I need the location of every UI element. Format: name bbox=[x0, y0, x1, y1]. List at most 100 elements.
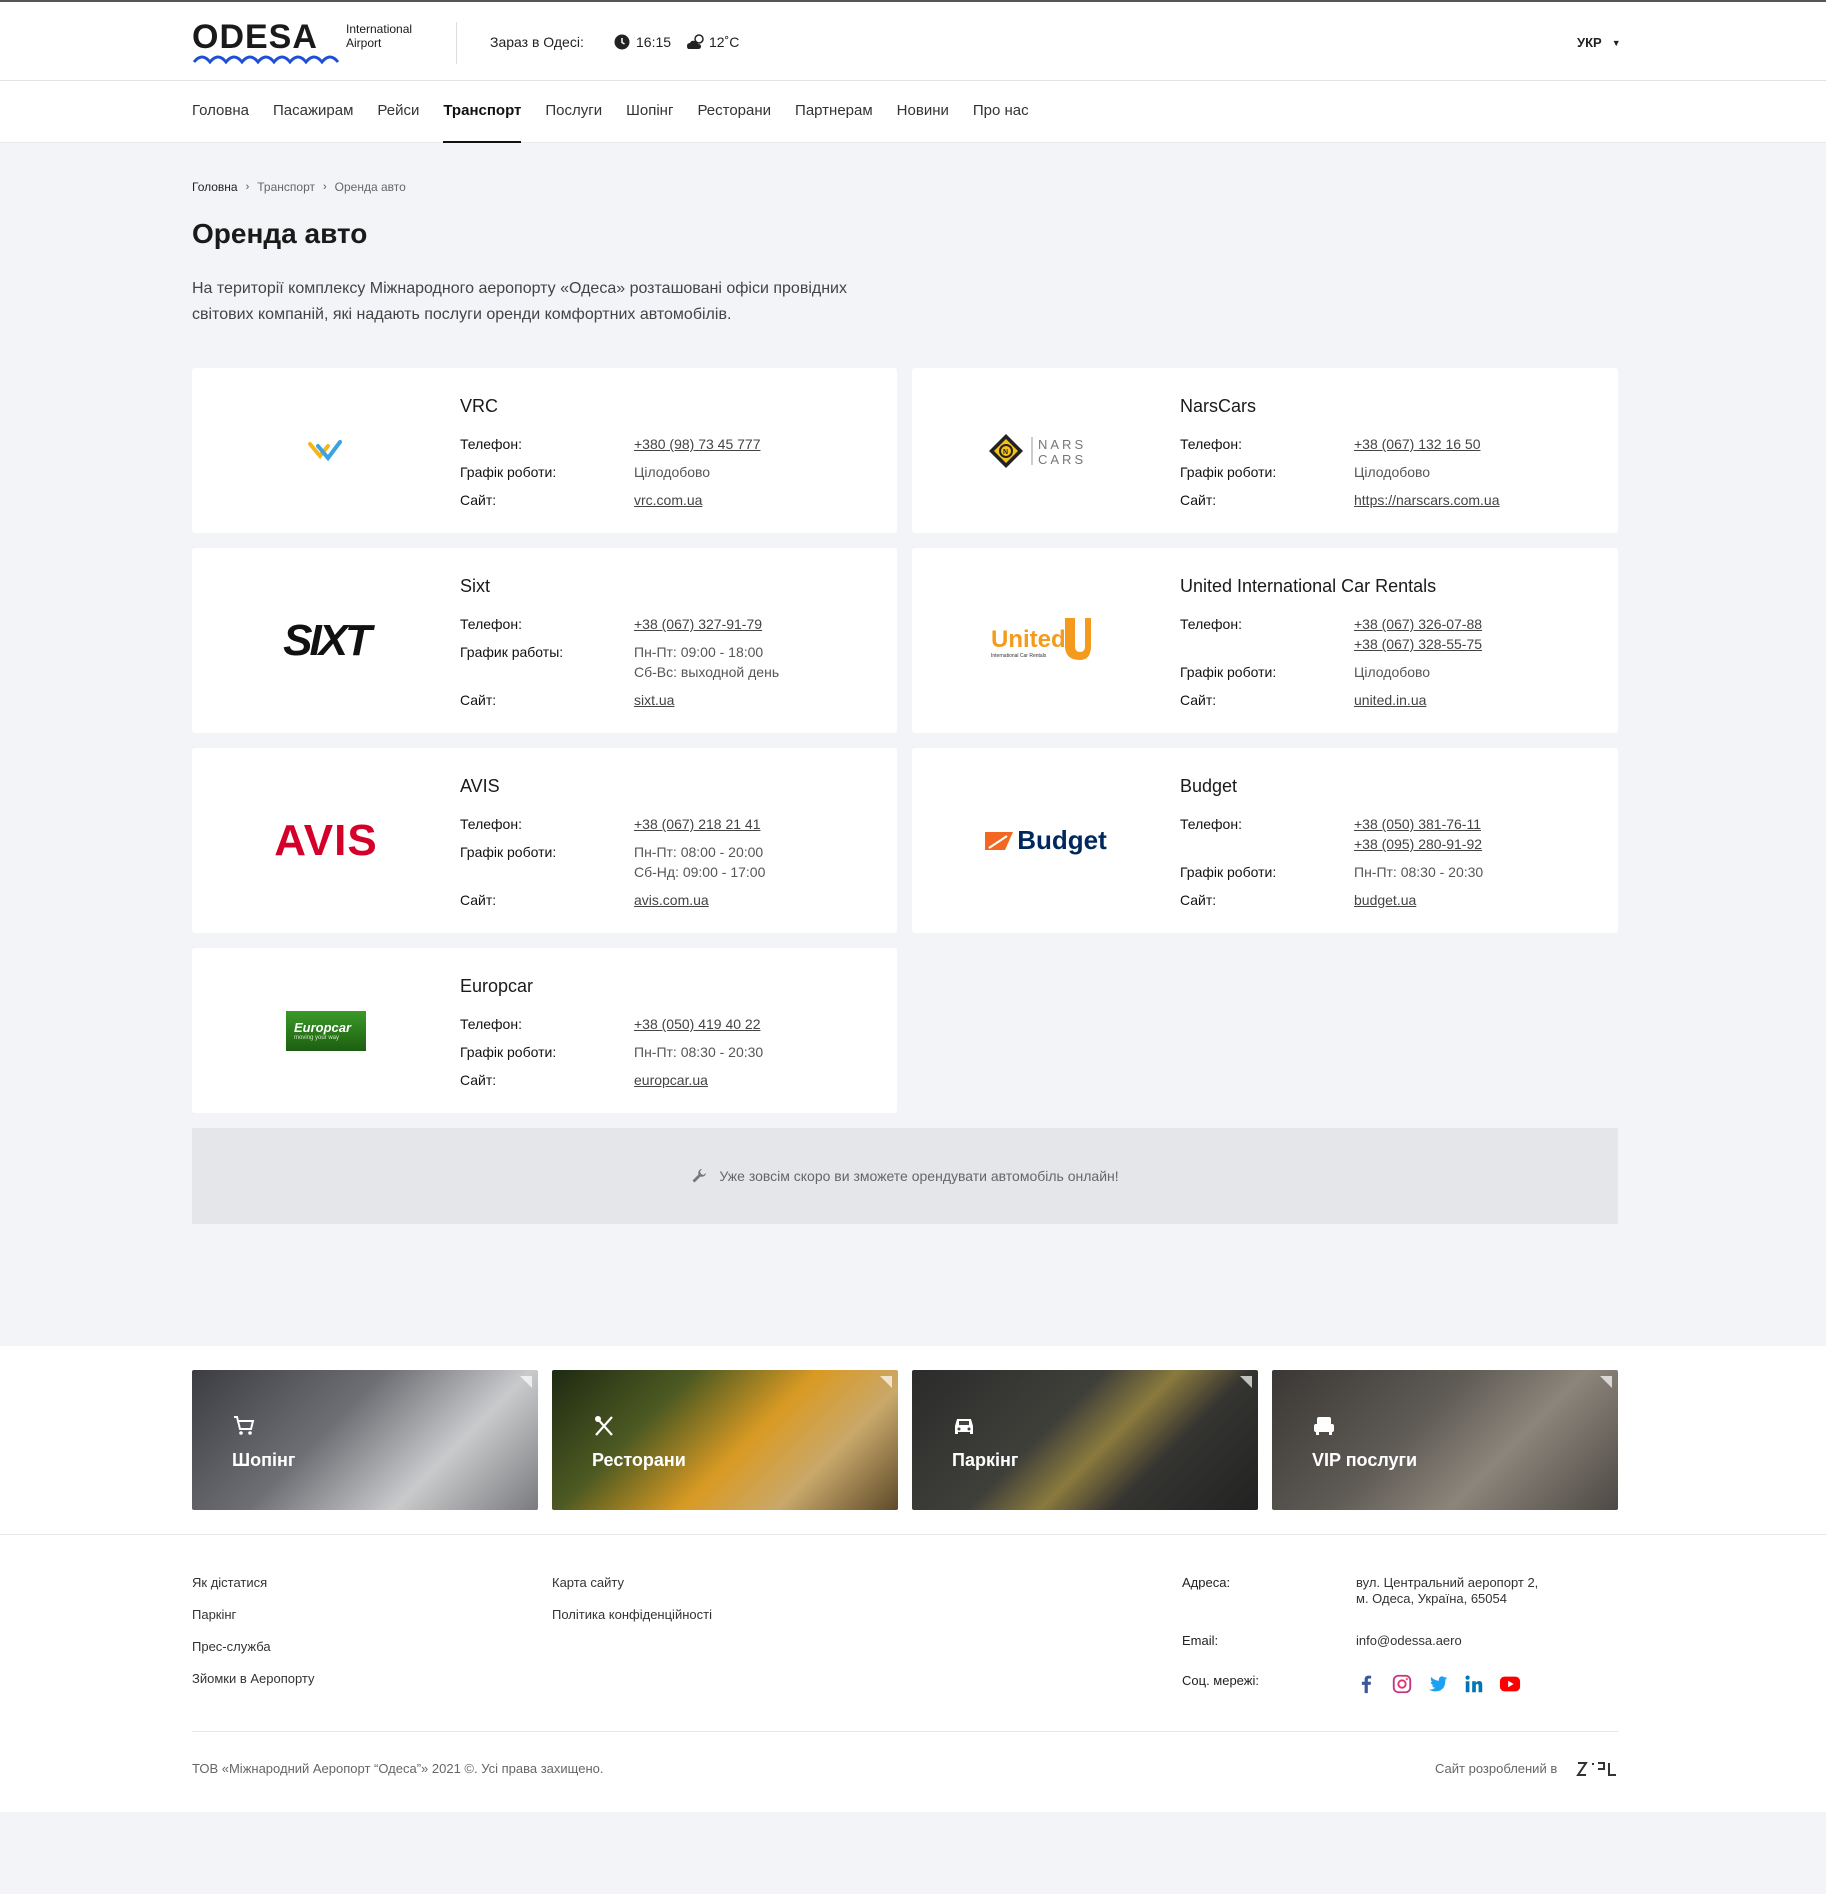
company-name: Budget bbox=[1180, 776, 1238, 796]
phone-value: +38 (067) 132 16 50 bbox=[1354, 434, 1481, 454]
phone-link[interactable]: +38 (067) 327-91-79 bbox=[634, 614, 762, 634]
instagram-icon[interactable] bbox=[1391, 1673, 1413, 1695]
nav-item-passengers[interactable]: Пасажирам bbox=[273, 81, 353, 143]
company-details: Телефон: +380 (98) 73 45 777 Графік робо… bbox=[460, 434, 761, 518]
main-navigation: Головна Пасажирам Рейси Транспорт Послуг… bbox=[0, 81, 1826, 143]
phone-label: Телефон: bbox=[460, 1016, 522, 1032]
twitter-icon[interactable] bbox=[1427, 1673, 1449, 1695]
company-name: AVIS bbox=[460, 776, 500, 796]
notice-text: Уже зовсім скоро ви зможете орендувати а… bbox=[719, 1168, 1119, 1184]
car-icon bbox=[955, 1419, 973, 1434]
site-value: budget.ua bbox=[1354, 890, 1416, 910]
site-value: vrc.com.ua bbox=[634, 490, 702, 510]
hours-weekdays: Пн-Пт: 08:00 - 20:00 bbox=[634, 844, 764, 860]
footer-link-directions[interactable]: Як дістатися bbox=[192, 1575, 315, 1591]
site-link[interactable]: sixt.ua bbox=[634, 690, 674, 710]
phone-link-2[interactable]: +38 (067) 328-55-75 bbox=[1354, 634, 1482, 654]
tile-corner bbox=[1600, 1376, 1612, 1388]
company-card-narscars: N NARS CARS NarsCars Телефон: +38 (067) … bbox=[912, 368, 1618, 533]
footer-link-filming[interactable]: Зйомки в Аеропорту bbox=[192, 1671, 315, 1687]
hours-label: График работы: bbox=[460, 644, 564, 660]
company-card-budget: Budget Budget Телефон: +38 (050) 381-76-… bbox=[912, 748, 1618, 933]
breadcrumb-separator-icon: › bbox=[245, 181, 250, 193]
breadcrumb: Головна › Транспорт › Оренда авто bbox=[192, 180, 406, 194]
site-link[interactable]: united.in.ua bbox=[1354, 690, 1426, 710]
youtube-icon[interactable] bbox=[1499, 1673, 1521, 1695]
site-row: Сайт: avis.com.ua bbox=[460, 890, 765, 910]
site-link[interactable]: europcar.ua bbox=[634, 1070, 708, 1090]
breadcrumb-home[interactable]: Головна bbox=[192, 180, 238, 194]
nav-item-services[interactable]: Послуги bbox=[545, 81, 602, 143]
breadcrumb-transport[interactable]: Транспорт bbox=[257, 180, 315, 194]
hours-value: Пн-Пт: 09:00 - 18:00 Сб-Вс: выходной ден… bbox=[634, 642, 779, 682]
budget-logo-icon bbox=[985, 831, 1014, 850]
nav-item-shopping[interactable]: Шопінг bbox=[626, 81, 673, 143]
europcar-logo-text: Europcar bbox=[294, 1020, 352, 1035]
company-details: Телефон: +38 (067) 218 21 41 Графік робо… bbox=[460, 814, 765, 918]
phone-row: Телефон: +38 (067) 327-91-79 bbox=[460, 614, 779, 634]
narscars-logo-icon: N NARS CARS bbox=[989, 433, 1083, 468]
phone-label: Телефон: bbox=[1180, 436, 1242, 452]
nav-item-transport[interactable]: Транспорт bbox=[443, 81, 522, 143]
phone-link[interactable]: +380 (98) 73 45 777 bbox=[634, 434, 761, 454]
facebook-icon[interactable] bbox=[1355, 1673, 1377, 1695]
nav-item-restaurants[interactable]: Ресторани bbox=[697, 81, 771, 143]
phone-row: Телефон: +38 (067) 326-07-88 +38 (067) 3… bbox=[1180, 614, 1482, 654]
footer-link-privacy[interactable]: Політика конфіденційності bbox=[552, 1607, 712, 1623]
footer-link-sitemap[interactable]: Карта сайту bbox=[552, 1575, 712, 1591]
nav-item-about[interactable]: Про нас bbox=[973, 81, 1029, 143]
linkedin-icon[interactable] bbox=[1463, 1673, 1485, 1695]
site-link[interactable]: vrc.com.ua bbox=[634, 490, 702, 510]
odesa-airport-logo[interactable]: ODESA International Airport bbox=[192, 20, 432, 66]
phone-value: +380 (98) 73 45 777 bbox=[634, 434, 761, 454]
nav-item-home[interactable]: Головна bbox=[192, 81, 249, 143]
logo-subtitle-line1: International bbox=[346, 22, 413, 36]
tile-restaurants[interactable]: Ресторани bbox=[552, 1370, 898, 1510]
hours-row: Графік роботи: Цілодобово bbox=[1180, 662, 1482, 682]
phone-link[interactable]: +38 (050) 381-76-11 bbox=[1354, 814, 1482, 834]
site-value: europcar.ua bbox=[634, 1070, 708, 1090]
hours-weekend: Сб-Нд: 09:00 - 17:00 bbox=[634, 864, 766, 880]
phone-value: +38 (067) 326-07-88 +38 (067) 328-55-75 bbox=[1354, 614, 1482, 654]
site-link[interactable]: https://narscars.com.ua bbox=[1354, 490, 1500, 510]
phone-link[interactable]: +38 (067) 326-07-88 bbox=[1354, 614, 1482, 634]
email-label: Email: bbox=[1182, 1633, 1219, 1648]
phone-link[interactable]: +38 (050) 419 40 22 bbox=[634, 1014, 761, 1034]
email-link[interactable]: info@odessa.aero bbox=[1356, 1633, 1462, 1649]
site-link[interactable]: avis.com.ua bbox=[634, 890, 709, 910]
nav-item-news[interactable]: Новини bbox=[897, 81, 949, 143]
tile-vip[interactable]: VIP послуги bbox=[1272, 1370, 1618, 1510]
site-value: avis.com.ua bbox=[634, 890, 709, 910]
site-row: Сайт: budget.ua bbox=[1180, 890, 1483, 910]
phone-link-2[interactable]: +38 (095) 280-91-92 bbox=[1354, 834, 1482, 854]
developer-logo-icon[interactable] bbox=[1576, 1759, 1618, 1779]
phone-link[interactable]: +38 (067) 218 21 41 bbox=[634, 814, 761, 834]
nav-item-partners[interactable]: Партнерам bbox=[795, 81, 873, 143]
nav-item-flights[interactable]: Рейси bbox=[377, 81, 419, 143]
phone-link[interactable]: +38 (067) 132 16 50 bbox=[1354, 434, 1481, 454]
hours-row: Графік роботи: Цілодобово bbox=[460, 462, 761, 482]
tile-shopping[interactable]: Шопінг bbox=[192, 1370, 538, 1510]
budget-logo-text: Budget bbox=[1017, 825, 1107, 855]
site-label: Сайт: bbox=[1180, 692, 1217, 708]
united-u-icon bbox=[1065, 617, 1091, 660]
site-link[interactable]: budget.ua bbox=[1354, 890, 1416, 910]
sixt-logo: SIXT bbox=[192, 548, 460, 733]
hours-value: Цілодобово bbox=[634, 464, 711, 480]
company-name: Sixt bbox=[460, 576, 491, 596]
tile-label: Паркінг bbox=[952, 1450, 1019, 1470]
site-value: https://narscars.com.ua bbox=[1354, 490, 1500, 510]
company-name: NarsCars bbox=[1180, 396, 1257, 416]
footer-link-press[interactable]: Прес-служба bbox=[192, 1639, 315, 1655]
hours-value: Пн-Пт: 08:30 - 20:30 bbox=[1354, 864, 1484, 880]
hours-weekend: Сб-Вс: выходной день bbox=[634, 664, 780, 680]
hours-row: График работы: Пн-Пт: 09:00 - 18:00 Сб-В… bbox=[460, 642, 779, 682]
phone-row: Телефон: +38 (050) 381-76-11 +38 (095) 2… bbox=[1180, 814, 1483, 854]
tile-parking[interactable]: Паркінг bbox=[912, 1370, 1258, 1510]
hours-value: Цілодобово bbox=[1354, 664, 1431, 680]
language-switcher[interactable]: УКР ▼ bbox=[1577, 35, 1621, 50]
footer-link-parking[interactable]: Паркінг bbox=[192, 1607, 315, 1623]
now-in-odesa-label: Зараз в Одесі: bbox=[490, 34, 584, 50]
cart-icon bbox=[234, 1416, 255, 1435]
site-row: Сайт: europcar.ua bbox=[460, 1070, 763, 1090]
